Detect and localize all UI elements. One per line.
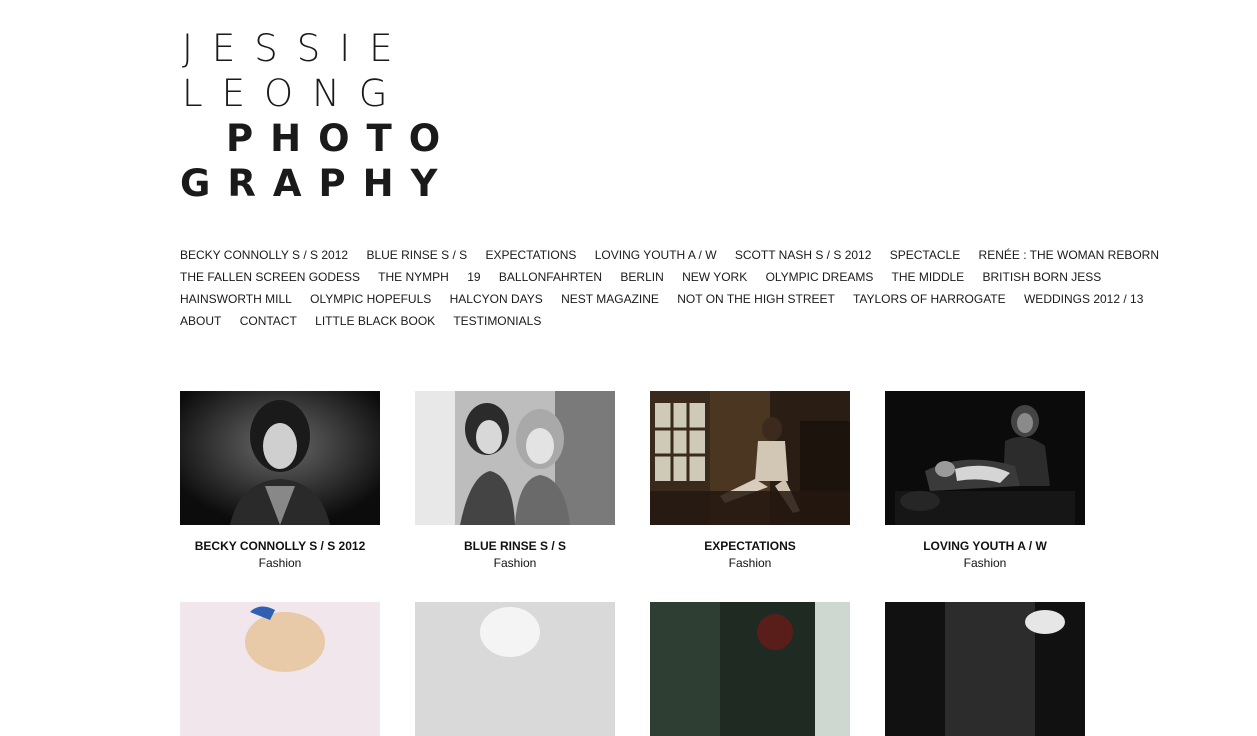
project-category: Fashion [963, 556, 1007, 570]
nav-link-contact[interactable]: CONTACT [240, 314, 297, 328]
nav-link-berlin[interactable]: BERLIN [620, 270, 663, 284]
project-tile[interactable]: BECKY CONNOLLY S / S 2012 Fashion [180, 391, 380, 570]
nav-link-british-born-jess[interactable]: BRITISH BORN JESS [983, 270, 1102, 284]
nav-row: BECKY CONNOLLY S / S 2012 BLUE RINSE S /… [180, 244, 1159, 266]
nav-row: ABOUT CONTACT LITTLE BLACK BOOK TESTIMON… [180, 310, 1100, 332]
logo-line-leong: LEONG [182, 72, 407, 115]
project-title[interactable]: LOVING YOUTH A / W [885, 539, 1085, 553]
nav-link-expectations[interactable]: EXPECTATIONS [485, 248, 576, 262]
project-thumbnail-image[interactable] [885, 391, 1085, 525]
nav-link-scott-nash[interactable]: SCOTT NASH S / S 2012 [735, 248, 872, 262]
nav-link-renee[interactable]: RENÉE : THE WOMAN REBORN [979, 248, 1159, 262]
project-thumbnail-image[interactable] [885, 602, 1085, 736]
project-tile[interactable]: BLUE RINSE S / S Fashion [415, 391, 615, 570]
project-category: Fashion [493, 556, 537, 570]
nav-link-new-york[interactable]: NEW YORK [682, 270, 747, 284]
nav-link-loving-youth[interactable]: LOVING YOUTH A / W [595, 248, 717, 262]
nav-link-olympic-hopefuls[interactable]: OLYMPIC HOPEFULS [310, 292, 431, 306]
nav-link-the-nymph[interactable]: THE NYMPH [378, 270, 449, 284]
project-tile[interactable]: LOVING YOUTH A / W Fashion [885, 391, 1085, 570]
project-category: Fashion [728, 556, 772, 570]
nav-link-19[interactable]: 19 [467, 270, 480, 284]
nav-link-weddings[interactable]: WEDDINGS 2012 / 13 [1024, 292, 1143, 306]
site-logo[interactable]: JESSIE LEONG PHOTO GRAPHY [180, 30, 480, 210]
nav-link-about[interactable]: ABOUT [180, 314, 221, 328]
project-tile[interactable] [415, 602, 615, 736]
nav-link-nest-magazine[interactable]: NEST MAGAZINE [561, 292, 659, 306]
nav-link-halcyon-days[interactable]: HALCYON DAYS [450, 292, 543, 306]
nav-link-the-middle[interactable]: THE MIDDLE [891, 270, 964, 284]
nav-link-not-on-the-high-street[interactable]: NOT ON THE HIGH STREET [677, 292, 835, 306]
project-thumbnail-image[interactable] [415, 391, 615, 525]
nav-link-fallen-screen-godess[interactable]: THE FALLEN SCREEN GODESS [180, 270, 360, 284]
logo-line-photo: PHOTO [226, 117, 458, 160]
nav-link-blue-rinse[interactable]: BLUE RINSE S / S [366, 248, 467, 262]
nav-link-ballonfahrten[interactable]: BALLONFAHRTEN [499, 270, 602, 284]
project-tile[interactable]: EXPECTATIONS Fashion [650, 391, 850, 570]
nav-link-spectacle[interactable]: SPECTACLE [890, 248, 960, 262]
logo-line-jessie: JESSIE [182, 27, 412, 70]
nav-row: HAINSWORTH MILL OLYMPIC HOPEFULS HALCYON… [180, 288, 1143, 310]
nav-link-little-black-book[interactable]: LITTLE BLACK BOOK [315, 314, 435, 328]
nav-link-olympic-dreams[interactable]: OLYMPIC DREAMS [766, 270, 874, 284]
project-thumbnail-image[interactable] [180, 391, 380, 525]
project-tile[interactable] [180, 602, 380, 736]
project-tile[interactable] [885, 602, 1085, 736]
nav-link-taylors-of-harrogate[interactable]: TAYLORS OF HARROGATE [853, 292, 1006, 306]
nav-link-hainsworth-mill[interactable]: HAINSWORTH MILL [180, 292, 292, 306]
nav-link-becky-connolly[interactable]: BECKY CONNOLLY S / S 2012 [180, 248, 348, 262]
main-nav: BECKY CONNOLLY S / S 2012 BLUE RINSE S /… [180, 244, 1159, 332]
project-thumbnail-image[interactable] [180, 602, 380, 736]
nav-link-testimonials[interactable]: TESTIMONIALS [453, 314, 541, 328]
project-thumbnail-image[interactable] [415, 602, 615, 736]
project-category: Fashion [258, 556, 302, 570]
project-thumbnail-image[interactable] [650, 602, 850, 736]
project-title[interactable]: EXPECTATIONS [650, 539, 850, 553]
project-title[interactable]: BECKY CONNOLLY S / S 2012 [180, 539, 380, 553]
project-title[interactable]: BLUE RINSE S / S [415, 539, 615, 553]
project-tile[interactable] [650, 602, 850, 736]
logo-line-graphy: GRAPHY [180, 162, 455, 205]
nav-row: THE FALLEN SCREEN GODESS THE NYMPH 19 BA… [180, 266, 1102, 288]
project-thumbnail-image[interactable] [650, 391, 850, 525]
